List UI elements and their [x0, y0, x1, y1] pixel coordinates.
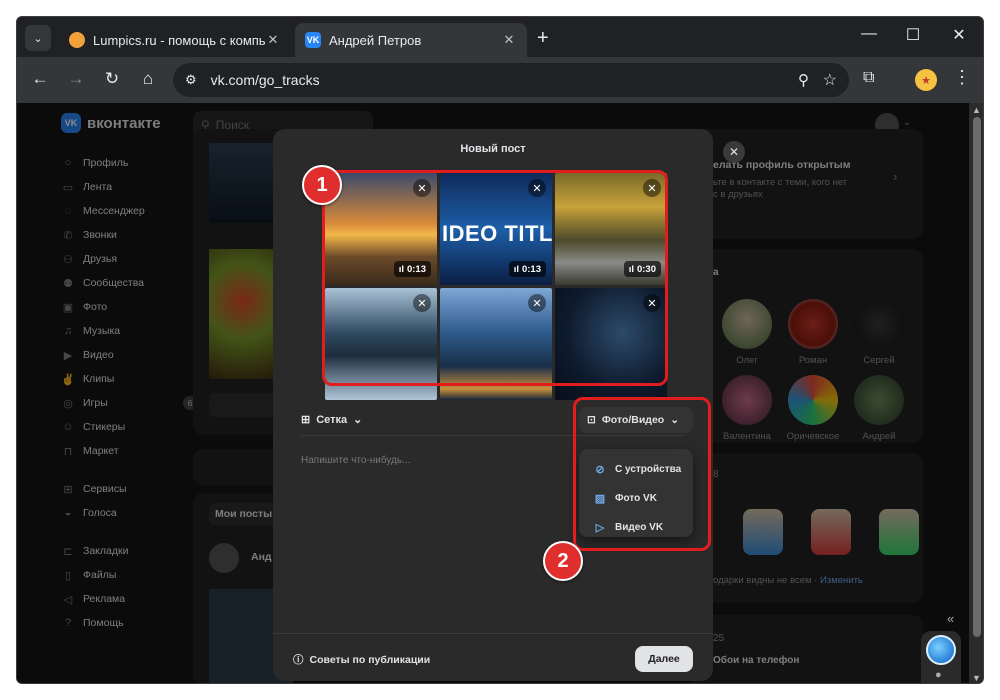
profile-avatar[interactable]: ★ [915, 69, 937, 91]
collapse-icon[interactable]: « [947, 611, 954, 626]
step-badge-2: 2 [543, 541, 583, 581]
url-text[interactable]: vk.com/go_tracks [211, 72, 320, 88]
tips-label: Советы по публикации [309, 653, 431, 666]
close-icon[interactable]: ✕ [265, 32, 281, 48]
tab-bar: ⌄ Lumpics.ru - помощь с компьютером ✕ VK… [17, 17, 983, 57]
back-icon[interactable]: ← [29, 69, 51, 89]
browser-window: ⌄ Lumpics.ru - помощь с компьютером ✕ VK… [16, 16, 984, 684]
chat-icon: ● [935, 669, 942, 681]
close-icon[interactable]: ✕ [723, 141, 745, 163]
new-tab-button[interactable]: + [537, 27, 549, 50]
menu-kebab-icon[interactable]: ⋮ [953, 67, 971, 88]
tab-title: Lumpics.ru - помощь с компьютером [93, 32, 265, 48]
publication-tips-link[interactable]: ⓘ Советы по публикации [293, 652, 430, 667]
extensions-icon[interactable]: ⧉ [863, 69, 874, 87]
layout-selector[interactable]: ⊞ Сетка ⌄ [301, 413, 363, 427]
highlight-media-menu [573, 397, 711, 551]
modal-footer: ⓘ Советы по публикации Далее [273, 633, 713, 681]
minimize-button[interactable]: — [859, 25, 879, 43]
maximize-button[interactable]: ☐ [903, 25, 923, 45]
tab-lumpics[interactable]: Lumpics.ru - помощь с компьютером ✕ [59, 23, 291, 57]
scrollbar-thumb[interactable] [973, 117, 981, 637]
assistant-widget[interactable]: ● [921, 631, 961, 683]
window-close-button[interactable]: ✕ [949, 25, 969, 45]
assistant-icon [926, 635, 956, 665]
layout-label: Сетка [316, 413, 348, 426]
chevron-down-icon: ⌄ [33, 32, 43, 45]
zoom-icon[interactable]: ⚲ [798, 71, 809, 89]
close-icon[interactable]: ✕ [501, 32, 517, 48]
forward-icon[interactable]: → [65, 69, 87, 89]
post-text-input[interactable]: Напишите что-нибудь... [301, 455, 410, 466]
scroll-down-icon[interactable]: ▼ [972, 673, 981, 683]
bookmark-star-icon[interactable]: ☆ [823, 70, 837, 90]
grid-icon: ⊞ [301, 414, 311, 426]
step-badge-1: 1 [302, 165, 342, 205]
reload-icon[interactable]: ↻ [101, 69, 123, 89]
lumpics-icon [69, 32, 85, 48]
address-bar[interactable]: ⚙ vk.com/go_tracks ⚲ ☆ [173, 63, 849, 97]
home-icon[interactable]: ⌂ [137, 69, 159, 89]
scrollbar[interactable]: ▲ ▼ [969, 103, 983, 683]
next-button[interactable]: Далее [635, 646, 693, 672]
tab-search-button[interactable]: ⌄ [25, 25, 51, 51]
browser-toolbar: ← → ↻ ⌂ ⚙ vk.com/go_tracks ⚲ ☆ ⧉ ★ ⋮ [17, 57, 983, 103]
tab-vk[interactable]: VK Андрей Петров ✕ [295, 23, 527, 57]
scroll-up-icon[interactable]: ▲ [972, 105, 981, 115]
site-info-icon[interactable]: ⚙ [185, 72, 197, 88]
page-viewport: VK вконтакте ⚲ Поиск ⌄ ○ Профиль ▭ Лента ◌… [17, 103, 969, 683]
tab-title: Андрей Петров [329, 32, 422, 48]
info-icon: ⓘ [293, 654, 304, 666]
vk-icon: VK [305, 32, 321, 48]
modal-title: Новый пост [460, 143, 526, 155]
highlight-media-grid [322, 170, 668, 386]
chevron-down-icon: ⌄ [353, 414, 363, 426]
